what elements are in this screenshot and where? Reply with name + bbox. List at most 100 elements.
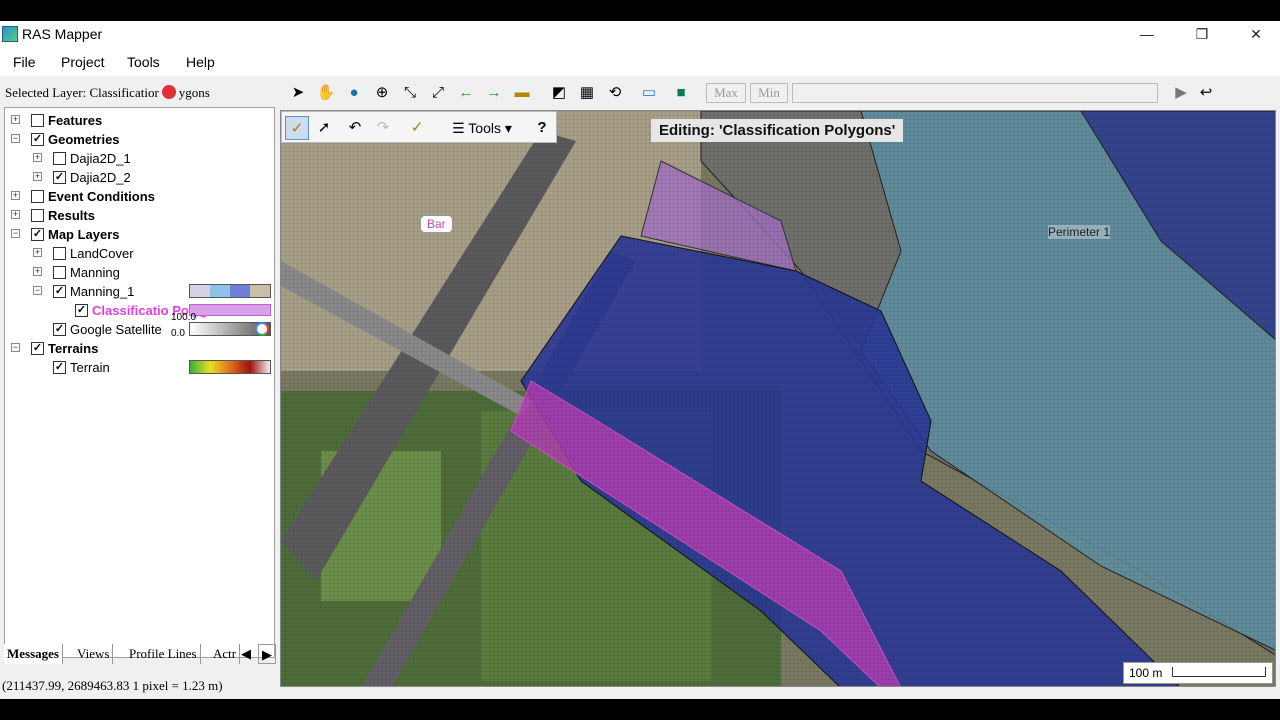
scale-label: 100 m bbox=[1129, 666, 1163, 680]
menu-tools[interactable]: Tools bbox=[127, 54, 160, 70]
geometries-checkbox[interactable]: ✓ bbox=[31, 133, 44, 146]
zoom-in-icon[interactable]: ⊕ bbox=[371, 82, 393, 104]
tree-dajia2d-1[interactable]: Dajia2D_1 bbox=[70, 150, 131, 168]
window-title: RAS Mapper bbox=[22, 26, 103, 42]
app-icon bbox=[2, 26, 18, 42]
results-checkbox[interactable] bbox=[31, 209, 44, 222]
animation-icon[interactable]: ↩ bbox=[1195, 82, 1217, 104]
tools-dropdown[interactable]: ☰ Tools ▾ bbox=[442, 116, 522, 140]
expand-plus-icon[interactable]: + bbox=[33, 153, 42, 162]
ras-mapper-window: RAS Mapper — ❐ ✕ File Project Tools Help… bbox=[0, 21, 1280, 699]
raster-icon[interactable]: ▦ bbox=[576, 82, 598, 104]
full-extent-icon[interactable]: ⤢ bbox=[427, 82, 449, 104]
landcover-checkbox[interactable] bbox=[53, 247, 66, 260]
tree-geometries[interactable]: Geometries bbox=[48, 131, 120, 149]
terrain-checkbox[interactable]: ✓ bbox=[53, 361, 66, 374]
help-button[interactable]: ? bbox=[532, 116, 552, 140]
edit-toolbar: ✓ ➚ ↶ ↷ ✓ ☰ Tools ▾ ? bbox=[281, 111, 557, 143]
expand-minus-icon[interactable]: − bbox=[11, 343, 20, 352]
plot-icon[interactable]: ⟲ bbox=[604, 82, 626, 104]
tools-dropdown-label: Tools bbox=[468, 120, 501, 136]
expand-plus-icon[interactable]: + bbox=[11, 191, 20, 200]
chevron-down-icon: ▾ bbox=[504, 120, 512, 136]
tab-messages[interactable]: Messages bbox=[4, 644, 63, 664]
terrains-checkbox[interactable]: ✓ bbox=[31, 342, 44, 355]
measure-icon[interactable]: ▬ bbox=[511, 82, 533, 104]
manning-checkbox[interactable] bbox=[53, 266, 66, 279]
tree-manning-1[interactable]: Manning_1 bbox=[70, 283, 134, 301]
google-checkbox[interactable]: ✓ bbox=[53, 323, 66, 336]
expand-plus-icon[interactable]: + bbox=[11, 115, 20, 124]
undo-icon[interactable]: ↶ bbox=[344, 116, 366, 140]
edit-select-icon[interactable]: ✓ bbox=[285, 116, 309, 140]
globe-icon[interactable]: ● bbox=[343, 82, 365, 104]
forward-arrow-icon[interactable]: → bbox=[483, 82, 505, 104]
profile-icon[interactable]: ◩ bbox=[548, 82, 570, 104]
selected-layer-suffix: ygons bbox=[178, 85, 210, 100]
menu-project[interactable]: Project bbox=[61, 54, 105, 70]
close-button[interactable]: ✕ bbox=[1233, 21, 1279, 48]
scale-bar: 100 m bbox=[1123, 662, 1273, 684]
draw-polyline-icon[interactable]: ✓ bbox=[406, 116, 428, 140]
map-toolbar: ➤ ✋ ● ⊕ ⤡ ⤢ ← → ▬ ◩ ▦ ⟲ ▭ ■ Max Min ▶ ↩ bbox=[280, 79, 1280, 107]
tab-scroll-left-icon[interactable]: ◀ bbox=[238, 644, 254, 664]
map-canvas bbox=[281, 111, 1275, 686]
expand-minus-icon[interactable]: − bbox=[11, 134, 20, 143]
3d-view-icon[interactable]: ■ bbox=[670, 82, 692, 104]
select-arrow-icon[interactable]: ➤ bbox=[287, 82, 309, 104]
restore-button[interactable]: ❐ bbox=[1179, 21, 1225, 48]
event-checkbox[interactable] bbox=[31, 190, 44, 203]
tree-manning[interactable]: Manning bbox=[70, 264, 120, 282]
manning1-checkbox[interactable]: ✓ bbox=[53, 285, 66, 298]
max-button[interactable]: Max bbox=[706, 83, 746, 103]
back-arrow-icon[interactable]: ← bbox=[455, 82, 477, 104]
min-button[interactable]: Min bbox=[750, 83, 788, 103]
redo-icon[interactable]: ↷ bbox=[372, 116, 394, 140]
tree-event-conditions[interactable]: Event Conditions bbox=[48, 188, 155, 206]
tab-profile-lines[interactable]: Profile Lines bbox=[126, 644, 201, 664]
time-slider[interactable] bbox=[792, 83, 1158, 103]
edit-pointer-icon[interactable]: ➚ bbox=[313, 116, 335, 140]
class-poly-checkbox[interactable]: ✓ bbox=[75, 304, 88, 317]
zoom-extent-icon[interactable]: ⤡ bbox=[399, 82, 421, 104]
tree-terrains[interactable]: Terrains bbox=[48, 340, 98, 358]
classification-legend-swatch bbox=[189, 304, 271, 316]
expand-plus-icon[interactable]: + bbox=[33, 267, 42, 276]
menu-help[interactable]: Help bbox=[186, 54, 215, 70]
tree-map-layers[interactable]: Map Layers bbox=[48, 226, 120, 244]
expand-plus-icon[interactable]: + bbox=[33, 248, 42, 257]
tab-views[interactable]: Views bbox=[74, 644, 114, 664]
features-checkbox[interactable] bbox=[31, 114, 44, 127]
bar-label: Bar bbox=[420, 215, 453, 233]
manning-legend-swatch bbox=[189, 284, 271, 298]
menu-file[interactable]: File bbox=[13, 54, 36, 70]
tab-scroll-right-icon[interactable]: ▶ bbox=[258, 644, 276, 664]
map-layers-checkbox[interactable]: ✓ bbox=[31, 228, 44, 241]
dajia2-checkbox[interactable]: ✓ bbox=[53, 171, 66, 184]
layers-icon[interactable]: ▭ bbox=[638, 82, 660, 104]
tree-landcover[interactable]: LandCover bbox=[70, 245, 134, 263]
selected-layer-prefix: Selected Layer: Classificatior bbox=[5, 85, 159, 100]
terrain-legend-swatch bbox=[189, 360, 271, 374]
play-icon[interactable]: ▶ bbox=[1170, 82, 1192, 104]
tree-terrain[interactable]: Terrain bbox=[70, 359, 110, 377]
tree-features[interactable]: Features bbox=[48, 112, 102, 130]
layer-tree: + Features − ✓ Geometries + Dajia2D_1 + … bbox=[4, 107, 275, 658]
expand-minus-icon[interactable]: − bbox=[11, 229, 20, 238]
tools-dropdown-icon: ☰ bbox=[452, 120, 465, 136]
expand-minus-icon[interactable]: − bbox=[33, 286, 42, 295]
tree-google-satellite[interactable]: Google Satellite bbox=[70, 321, 162, 339]
pan-hand-icon[interactable]: ✋ bbox=[315, 82, 337, 104]
expand-plus-icon[interactable]: + bbox=[33, 172, 42, 181]
selected-layer-icon bbox=[161, 85, 176, 99]
dajia1-checkbox[interactable] bbox=[53, 152, 66, 165]
tab-actr[interactable]: Actr bbox=[210, 644, 241, 664]
tree-results[interactable]: Results bbox=[48, 207, 95, 225]
perimeter-label: Perimeter 1 bbox=[1048, 225, 1111, 239]
tree-dajia2d-2[interactable]: Dajia2D_2 bbox=[70, 169, 131, 187]
editing-banner: Editing: 'Classification Polygons' bbox=[651, 119, 904, 142]
map-view[interactable]: ✓ ➚ ↶ ↷ ✓ ☰ Tools ▾ ? Editing: 'Classifi… bbox=[280, 110, 1276, 687]
expand-plus-icon[interactable]: + bbox=[11, 210, 20, 219]
minimize-button[interactable]: — bbox=[1124, 21, 1170, 48]
google-icon bbox=[255, 322, 269, 336]
